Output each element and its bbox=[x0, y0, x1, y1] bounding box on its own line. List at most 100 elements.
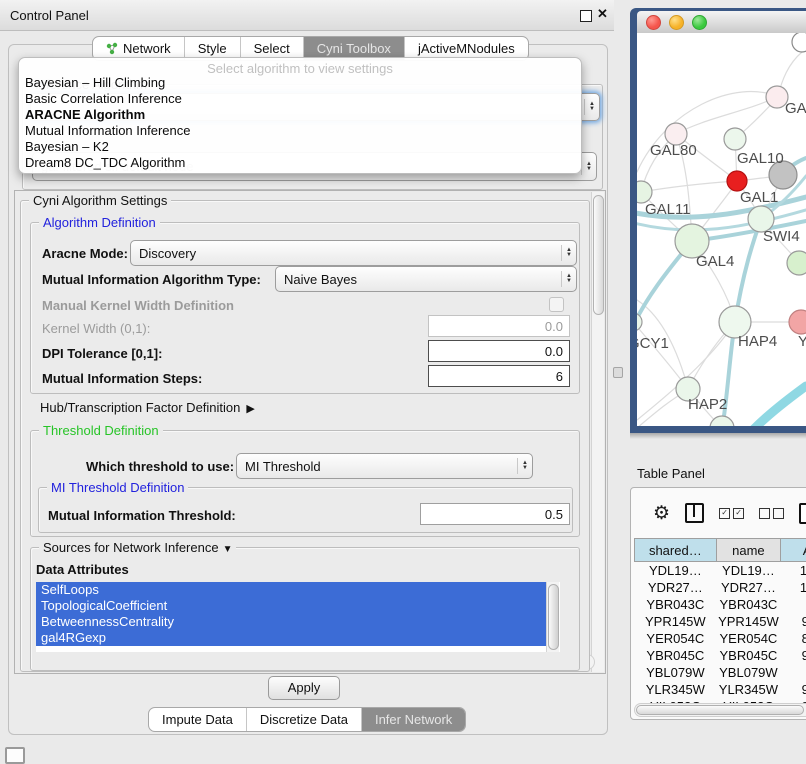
network-node[interactable] bbox=[637, 313, 642, 331]
table-row[interactable]: YBR043CYBR043C bbox=[635, 596, 806, 613]
table-row[interactable]: YDL19…YDL19…13 bbox=[635, 562, 806, 580]
network-node[interactable] bbox=[637, 181, 652, 203]
aracne-mode-combobox[interactable]: Discovery ▲▼ bbox=[130, 240, 577, 266]
network-node[interactable] bbox=[792, 33, 806, 52]
column-header[interactable]: A bbox=[781, 539, 806, 562]
mi-threshold-group-title: MI Threshold Definition bbox=[47, 480, 188, 495]
table-cell[interactable]: YDR27… bbox=[635, 579, 717, 596]
node-label: GAL10 bbox=[737, 150, 784, 167]
kernel-width-field[interactable]: 0.0 bbox=[428, 315, 570, 337]
columns-icon[interactable] bbox=[685, 503, 704, 523]
attribute-list-item[interactable]: TopologicalCoefficient bbox=[36, 598, 547, 614]
table-row[interactable]: YBR045CYBR045C9. bbox=[635, 647, 806, 664]
list-vertical-scrollbar[interactable] bbox=[546, 582, 559, 652]
zoom-traffic-light-icon[interactable] bbox=[692, 15, 707, 30]
tab-impute-data[interactable]: Impute Data bbox=[149, 708, 247, 731]
tab-infer-network[interactable]: Infer Network bbox=[362, 708, 465, 731]
which-threshold-combobox[interactable]: MI Threshold ▲▼ bbox=[236, 453, 533, 479]
table-cell[interactable]: YDL19… bbox=[716, 562, 780, 580]
node-label: GAL11 bbox=[645, 201, 691, 218]
table-cell[interactable]: YBR045C bbox=[635, 647, 717, 664]
float-window-icon[interactable] bbox=[580, 10, 592, 22]
mi-threshold-field[interactable]: 0.5 bbox=[420, 503, 570, 525]
network-node[interactable] bbox=[710, 416, 734, 426]
checked-boxes-icon[interactable]: ✓✓ bbox=[719, 508, 744, 519]
network-node[interactable] bbox=[724, 128, 746, 150]
table-cell[interactable]: YLR345W bbox=[635, 681, 717, 698]
table-cell[interactable]: YER054C bbox=[635, 630, 717, 647]
table-cell[interactable]: 9. bbox=[781, 647, 806, 664]
table-cell[interactable]: YBR045C bbox=[716, 647, 780, 664]
network-view-canvas[interactable]: GALGAL80GAL10GAL11GAL1SWI4GAL4GCY1HAP4YH… bbox=[637, 33, 806, 426]
attribute-list-item[interactable]: gal4RGexp bbox=[36, 630, 547, 646]
table-cell[interactable]: 13 bbox=[781, 562, 806, 580]
tab-label: Infer Network bbox=[375, 712, 452, 727]
mi-steps-field[interactable]: 6 bbox=[428, 365, 570, 387]
gear-icon[interactable]: ⚙ bbox=[653, 504, 670, 523]
algorithm-option[interactable]: Mutual Information Inference bbox=[19, 123, 581, 139]
table-cell[interactable]: YBR043C bbox=[716, 596, 780, 613]
table-row[interactable]: YBL079WYBL079W bbox=[635, 664, 806, 681]
algorithm-option[interactable]: Bayesian – K2 bbox=[19, 139, 581, 155]
table-cell[interactable]: YPR145W bbox=[716, 613, 780, 630]
network-node[interactable] bbox=[789, 310, 806, 334]
table-cell[interactable]: YBR043C bbox=[635, 596, 717, 613]
algorithm-option[interactable]: Dream8 DC_TDC Algorithm bbox=[19, 155, 581, 171]
table-cell[interactable]: 12 bbox=[781, 579, 806, 596]
table-cell[interactable]: YLR345W bbox=[716, 681, 780, 698]
algorithm-definition-title: Algorithm Definition bbox=[39, 215, 160, 230]
column-header[interactable]: shared… bbox=[635, 539, 717, 562]
table-cell[interactable]: YDL19… bbox=[635, 562, 717, 580]
scrollbar-thumb[interactable] bbox=[548, 584, 559, 650]
network-window-titlebar[interactable] bbox=[637, 11, 806, 34]
dpi-tolerance-field[interactable]: 0.0 bbox=[428, 340, 570, 362]
minimize-traffic-light-icon[interactable] bbox=[669, 15, 684, 30]
column-header[interactable]: name bbox=[716, 539, 780, 562]
table-cell[interactable]: YDR27… bbox=[716, 579, 780, 596]
table-cell[interactable]: YPR145W bbox=[635, 613, 717, 630]
scrollbar-thumb[interactable] bbox=[636, 705, 804, 715]
kernel-width-label: Kernel Width (0,1): bbox=[42, 321, 150, 336]
table-cell[interactable] bbox=[781, 596, 806, 613]
table-row[interactable]: YDR27…YDR27…12 bbox=[635, 579, 806, 596]
vertical-scrollbar[interactable] bbox=[591, 192, 604, 672]
hub-definition-expander[interactable]: Hub/Transcription Factor Definition▶ bbox=[40, 400, 255, 415]
cyni-settings-group-title: Cyni Algorithm Settings bbox=[29, 193, 171, 208]
manual-kernel-checkbox[interactable] bbox=[549, 297, 564, 312]
attribute-list-item[interactable]: BetweennessCentrality bbox=[36, 614, 547, 630]
algorithm-option[interactable]: Bayesian – Hill Climbing bbox=[19, 75, 581, 91]
minimized-panel-icon[interactable] bbox=[5, 747, 25, 764]
scrollbar-thumb[interactable] bbox=[593, 195, 604, 315]
table-horizontal-scrollbar[interactable] bbox=[634, 703, 806, 717]
unchecked-boxes-icon[interactable] bbox=[759, 508, 784, 519]
table-cell[interactable]: YBL079W bbox=[716, 664, 780, 681]
table-cell[interactable]: YBL079W bbox=[635, 664, 717, 681]
panel-splitter-handle[interactable] bbox=[613, 367, 623, 378]
algorithm-option[interactable]: Basic Correlation Inference bbox=[19, 91, 581, 107]
network-edge[interactable] bbox=[750, 386, 806, 426]
table-cell[interactable]: 9. bbox=[781, 613, 806, 630]
close-traffic-light-icon[interactable] bbox=[646, 15, 661, 30]
apply-button[interactable]: Apply bbox=[268, 676, 340, 700]
table-row[interactable]: YER054CYER054C8. bbox=[635, 630, 806, 647]
network-edge[interactable] bbox=[676, 97, 777, 134]
table-cell[interactable]: 9. bbox=[781, 681, 806, 698]
attribute-list-item[interactable]: SelfLoops bbox=[36, 582, 547, 598]
stepper-arrows-icon: ▲▼ bbox=[561, 271, 572, 287]
close-icon[interactable]: ✕ bbox=[597, 6, 608, 22]
node-label: GAL1 bbox=[740, 189, 778, 206]
table-row[interactable]: YLR345WYLR345W9. bbox=[635, 681, 806, 698]
import-table-icon[interactable] bbox=[799, 503, 806, 524]
aracne-mode-value: Discovery bbox=[139, 246, 557, 261]
table-cell[interactable] bbox=[781, 664, 806, 681]
network-node[interactable] bbox=[727, 171, 747, 191]
table-cell[interactable]: YER054C bbox=[716, 630, 780, 647]
network-node[interactable] bbox=[787, 251, 806, 275]
table-cell[interactable]: 8. bbox=[781, 630, 806, 647]
node-table[interactable]: shared…nameA YDL19…YDL19…13YDR27…YDR27…1… bbox=[634, 538, 806, 715]
table-row[interactable]: YPR145WYPR145W9. bbox=[635, 613, 806, 630]
algorithm-option[interactable]: ARACNE Algorithm bbox=[19, 107, 581, 123]
data-attributes-list[interactable]: SelfLoopsTopologicalCoefficientBetweenne… bbox=[36, 582, 560, 652]
tab-discretize-data[interactable]: Discretize Data bbox=[247, 708, 362, 731]
mi-type-combobox[interactable]: Naive Bayes ▲▼ bbox=[275, 266, 577, 292]
